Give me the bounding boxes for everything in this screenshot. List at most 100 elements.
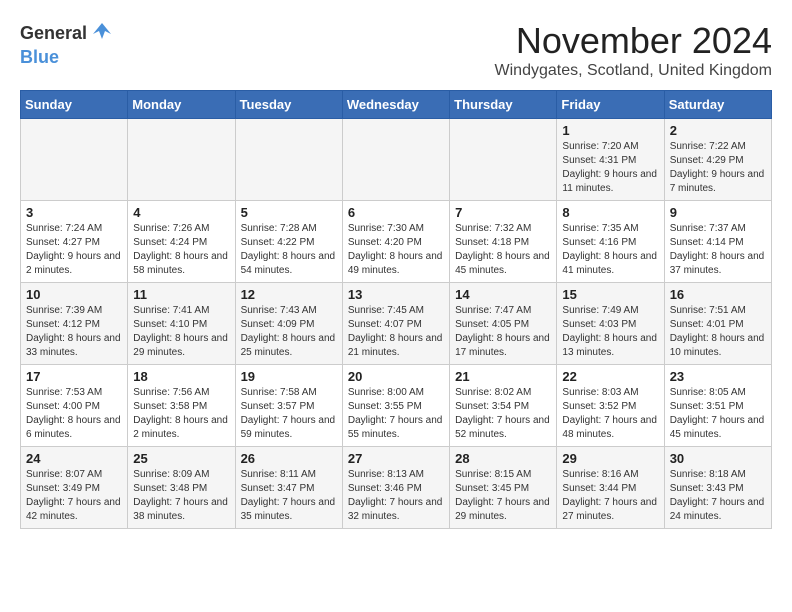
calendar-cell: 1 Sunrise: 7:20 AM Sunset: 4:31 PM Daylig… (557, 119, 664, 201)
title-block: November 2024 Windygates, Scotland, Unit… (495, 20, 772, 80)
calendar-cell: 16 Sunrise: 7:51 AM Sunset: 4:01 PM Dayli… (664, 283, 771, 365)
day-info: Sunrise: 7:20 AM Sunset: 4:31 PM Dayligh… (562, 140, 658, 196)
calendar-cell: 21 Sunrise: 8:02 AM Sunset: 3:54 PM Dayli… (450, 365, 557, 447)
calendar-cell: 4 Sunrise: 7:26 AM Sunset: 4:24 PM Daylig… (128, 201, 235, 283)
calendar-cell: 30 Sunrise: 8:18 AM Sunset: 3:43 PM Dayli… (664, 447, 771, 529)
day-number: 23 (670, 369, 766, 384)
day-number: 14 (455, 287, 551, 302)
calendar-cell: 13 Sunrise: 7:45 AM Sunset: 4:07 PM Dayli… (342, 283, 449, 365)
calendar-cell: 5Sunrise: 7:28 AM Sunset: 4:22 PM Daylig… (235, 201, 342, 283)
day-number: 2 (670, 123, 766, 138)
logo-blue-text: Blue (20, 47, 59, 68)
day-info: Sunrise: 7:56 AM Sunset: 3:58 PM Dayligh… (133, 386, 229, 442)
calendar-header-thursday: Thursday (450, 91, 557, 119)
calendar-cell: 2 Sunrise: 7:22 AM Sunset: 4:29 PM Daylig… (664, 119, 771, 201)
day-number: 28 (455, 451, 551, 466)
day-number: 22 (562, 369, 658, 384)
calendar-cell: 12Sunrise: 7:43 AM Sunset: 4:09 PM Dayli… (235, 283, 342, 365)
day-info: Sunrise: 8:18 AM Sunset: 3:43 PM Dayligh… (670, 468, 766, 524)
day-info: Sunrise: 7:51 AM Sunset: 4:01 PM Dayligh… (670, 304, 766, 360)
day-info: Sunrise: 8:16 AM Sunset: 3:44 PM Dayligh… (562, 468, 658, 524)
day-info: Sunrise: 7:28 AM Sunset: 4:22 PM Dayligh… (241, 222, 337, 278)
day-info: Sunrise: 7:49 AM Sunset: 4:03 PM Dayligh… (562, 304, 658, 360)
day-info: Sunrise: 7:58 AM Sunset: 3:57 PM Dayligh… (241, 386, 337, 442)
day-info: Sunrise: 7:26 AM Sunset: 4:24 PM Dayligh… (133, 222, 229, 278)
calendar-cell (235, 119, 342, 201)
calendar-cell: 9 Sunrise: 7:37 AM Sunset: 4:14 PM Daylig… (664, 201, 771, 283)
day-number: 30 (670, 451, 766, 466)
day-info: Sunrise: 7:22 AM Sunset: 4:29 PM Dayligh… (670, 140, 766, 196)
calendar-cell: 18Sunrise: 7:56 AM Sunset: 3:58 PM Dayli… (128, 365, 235, 447)
day-number: 21 (455, 369, 551, 384)
day-info: Sunrise: 7:35 AM Sunset: 4:16 PM Dayligh… (562, 222, 658, 278)
calendar-cell: 7 Sunrise: 7:32 AM Sunset: 4:18 PM Daylig… (450, 201, 557, 283)
calendar-header-tuesday: Tuesday (235, 91, 342, 119)
calendar-cell: 24Sunrise: 8:07 AM Sunset: 3:49 PM Dayli… (21, 447, 128, 529)
calendar-cell: 25 Sunrise: 8:09 AM Sunset: 3:48 PM Dayli… (128, 447, 235, 529)
day-info: Sunrise: 7:30 AM Sunset: 4:20 PM Dayligh… (348, 222, 444, 278)
day-number: 13 (348, 287, 444, 302)
day-info: Sunrise: 8:11 AM Sunset: 3:47 PM Dayligh… (241, 468, 337, 524)
calendar-header-monday: Monday (128, 91, 235, 119)
calendar-table: SundayMondayTuesdayWednesdayThursdayFrid… (20, 90, 772, 529)
calendar-cell: 27 Sunrise: 8:13 AM Sunset: 3:46 PM Dayli… (342, 447, 449, 529)
day-number: 19 (241, 369, 337, 384)
calendar-cell: 20 Sunrise: 8:00 AM Sunset: 3:55 PM Dayli… (342, 365, 449, 447)
day-info: Sunrise: 8:05 AM Sunset: 3:51 PM Dayligh… (670, 386, 766, 442)
logo: General Blue (20, 20, 113, 68)
day-number: 16 (670, 287, 766, 302)
day-number: 20 (348, 369, 444, 384)
day-number: 25 (133, 451, 229, 466)
calendar-cell: 22 Sunrise: 8:03 AM Sunset: 3:52 PM Dayli… (557, 365, 664, 447)
day-number: 6 (348, 205, 444, 220)
day-info: Sunrise: 7:43 AM Sunset: 4:09 PM Dayligh… (241, 304, 337, 360)
day-number: 10 (26, 287, 122, 302)
day-number: 8 (562, 205, 658, 220)
day-info: Sunrise: 7:45 AM Sunset: 4:07 PM Dayligh… (348, 304, 444, 360)
calendar-cell: 15 Sunrise: 7:49 AM Sunset: 4:03 PM Dayli… (557, 283, 664, 365)
calendar-cell: 10Sunrise: 7:39 AM Sunset: 4:12 PM Dayli… (21, 283, 128, 365)
day-number: 11 (133, 287, 229, 302)
day-info: Sunrise: 7:53 AM Sunset: 4:00 PM Dayligh… (26, 386, 122, 442)
calendar-cell (21, 119, 128, 201)
logo-bird-icon (91, 20, 113, 47)
calendar-cell: 19 Sunrise: 7:58 AM Sunset: 3:57 PM Dayli… (235, 365, 342, 447)
day-info: Sunrise: 7:32 AM Sunset: 4:18 PM Dayligh… (455, 222, 551, 278)
calendar-week-row: 3Sunrise: 7:24 AM Sunset: 4:27 PM Daylig… (21, 201, 772, 283)
day-number: 4 (133, 205, 229, 220)
calendar-cell: 26 Sunrise: 8:11 AM Sunset: 3:47 PM Dayli… (235, 447, 342, 529)
day-number: 15 (562, 287, 658, 302)
calendar-cell: 17Sunrise: 7:53 AM Sunset: 4:00 PM Dayli… (21, 365, 128, 447)
day-info: Sunrise: 8:03 AM Sunset: 3:52 PM Dayligh… (562, 386, 658, 442)
day-info: Sunrise: 7:24 AM Sunset: 4:27 PM Dayligh… (26, 222, 122, 278)
day-number: 26 (241, 451, 337, 466)
day-number: 1 (562, 123, 658, 138)
day-info: Sunrise: 8:15 AM Sunset: 3:45 PM Dayligh… (455, 468, 551, 524)
calendar-cell: 3Sunrise: 7:24 AM Sunset: 4:27 PM Daylig… (21, 201, 128, 283)
calendar-cell: 23 Sunrise: 8:05 AM Sunset: 3:51 PM Dayli… (664, 365, 771, 447)
calendar-cell (450, 119, 557, 201)
logo-general-text: General (20, 23, 87, 44)
day-info: Sunrise: 7:47 AM Sunset: 4:05 PM Dayligh… (455, 304, 551, 360)
day-info: Sunrise: 8:09 AM Sunset: 3:48 PM Dayligh… (133, 468, 229, 524)
calendar-cell (342, 119, 449, 201)
calendar-week-row: 10Sunrise: 7:39 AM Sunset: 4:12 PM Dayli… (21, 283, 772, 365)
calendar-header-row: SundayMondayTuesdayWednesdayThursdayFrid… (21, 91, 772, 119)
calendar-cell: 29Sunrise: 8:16 AM Sunset: 3:44 PM Dayli… (557, 447, 664, 529)
calendar-header-sunday: Sunday (21, 91, 128, 119)
calendar-cell: 28 Sunrise: 8:15 AM Sunset: 3:45 PM Dayli… (450, 447, 557, 529)
page-header: General Blue November 2024 Windygates, S… (20, 20, 772, 80)
day-info: Sunrise: 8:13 AM Sunset: 3:46 PM Dayligh… (348, 468, 444, 524)
day-info: Sunrise: 8:02 AM Sunset: 3:54 PM Dayligh… (455, 386, 551, 442)
calendar-header-friday: Friday (557, 91, 664, 119)
calendar-cell: 8 Sunrise: 7:35 AM Sunset: 4:16 PM Daylig… (557, 201, 664, 283)
day-number: 9 (670, 205, 766, 220)
calendar-header-wednesday: Wednesday (342, 91, 449, 119)
day-info: Sunrise: 8:07 AM Sunset: 3:49 PM Dayligh… (26, 468, 122, 524)
day-info: Sunrise: 8:00 AM Sunset: 3:55 PM Dayligh… (348, 386, 444, 442)
day-number: 27 (348, 451, 444, 466)
calendar-cell (128, 119, 235, 201)
day-info: Sunrise: 7:37 AM Sunset: 4:14 PM Dayligh… (670, 222, 766, 278)
calendar-header-saturday: Saturday (664, 91, 771, 119)
day-number: 7 (455, 205, 551, 220)
